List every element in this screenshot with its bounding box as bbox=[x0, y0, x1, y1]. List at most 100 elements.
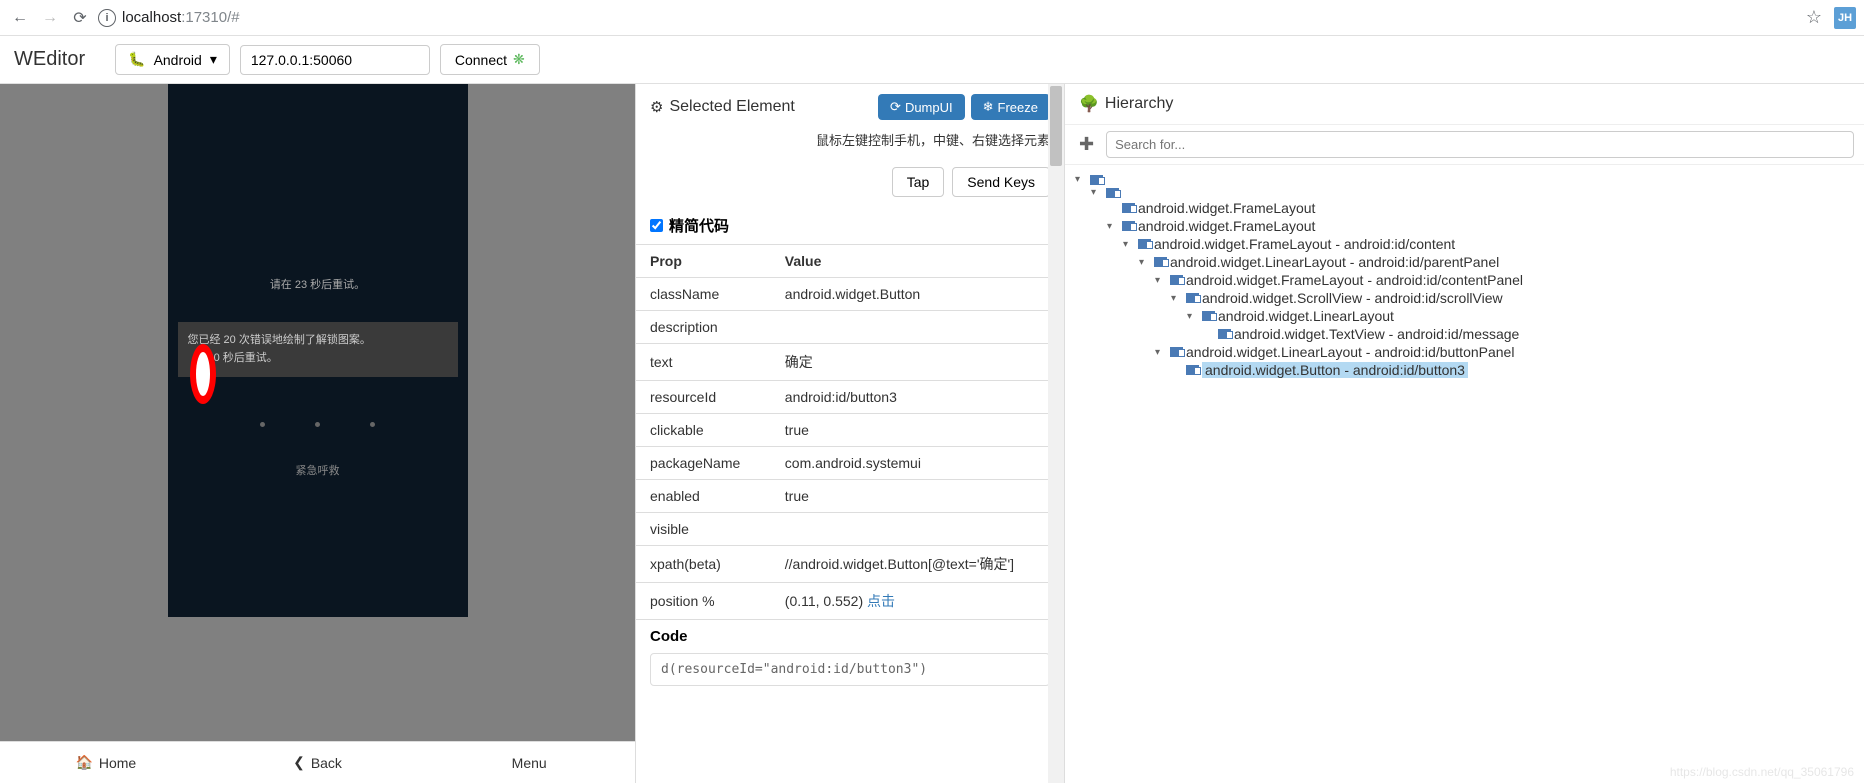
annotation-marker bbox=[190, 344, 216, 404]
info-icon[interactable]: i bbox=[98, 9, 116, 27]
tree-label[interactable]: android.widget.LinearLayout - android:id… bbox=[1170, 254, 1499, 270]
tree-node[interactable]: android.widget.TextView - android:id/mes… bbox=[1075, 325, 1854, 343]
table-row: resourceIdandroid:id/button3 bbox=[636, 381, 1064, 414]
pattern-dots bbox=[168, 422, 468, 427]
selected-element-title: ⚙ Selected Element bbox=[650, 98, 795, 116]
code-box[interactable]: d(resourceId="android:id/button3") bbox=[650, 653, 1050, 686]
back-icon[interactable]: ← bbox=[8, 6, 32, 30]
table-row: clickabletrue bbox=[636, 414, 1064, 447]
node-icon bbox=[1090, 175, 1103, 185]
bottom-nav: 🏠Home ❮Back Menu bbox=[0, 741, 635, 783]
tree-node[interactable]: ▾ bbox=[1075, 173, 1854, 186]
tree-label[interactable]: android.widget.FrameLayout bbox=[1138, 218, 1315, 234]
node-icon bbox=[1186, 293, 1199, 303]
hierarchy-panel: 🌳 Hierarchy ✚ ▾▾ android.widget.FrameLay… bbox=[1064, 84, 1864, 783]
tree-toggle-icon[interactable]: ▾ bbox=[1091, 187, 1103, 198]
tree-toggle-icon[interactable]: ▾ bbox=[1171, 293, 1183, 304]
tree-node[interactable]: android.widget.Button - android:id/butto… bbox=[1075, 361, 1854, 379]
forward-icon[interactable]: → bbox=[38, 6, 62, 30]
position-click-link[interactable]: 点击 bbox=[867, 593, 895, 609]
mouse-hint: 鼠标左键控制手机，中键、右键选择元素 bbox=[636, 130, 1064, 157]
tree-toggle-icon[interactable]: ▾ bbox=[1123, 239, 1135, 250]
simplify-checkbox[interactable] bbox=[650, 219, 663, 232]
scrollbar[interactable] bbox=[1048, 84, 1064, 783]
tree-node[interactable]: ▾ android.widget.FrameLayout bbox=[1075, 217, 1854, 235]
table-row: classNameandroid.widget.Button bbox=[636, 278, 1064, 311]
app-toolbar: WEditor 🐛 Android ▾ Connect ❋ bbox=[0, 36, 1864, 84]
dialog-line1: 您已经 20 次错误地绘制了解锁图案。 bbox=[188, 332, 448, 350]
connect-label: Connect bbox=[455, 52, 507, 68]
node-icon bbox=[1106, 188, 1119, 198]
hierarchy-title: 🌳 Hierarchy bbox=[1065, 84, 1864, 125]
properties-panel: ⚙ Selected Element ⟳DumpUI ❄Freeze 鼠标左键控… bbox=[635, 84, 1064, 783]
tree-node[interactable]: ▾ android.widget.FrameLayout - android:i… bbox=[1075, 235, 1854, 253]
star-icon[interactable]: ☆ bbox=[1806, 7, 1822, 28]
tree-toggle-icon[interactable]: ▾ bbox=[1075, 174, 1087, 185]
host-input[interactable] bbox=[240, 45, 430, 75]
tree-node[interactable]: ▾ android.widget.LinearLayout - android:… bbox=[1075, 253, 1854, 271]
home-icon: 🏠 bbox=[75, 754, 92, 771]
node-icon bbox=[1122, 203, 1135, 213]
dialog-line2: 30 秒后重试。 bbox=[208, 350, 448, 368]
app-logo: WEditor bbox=[14, 48, 85, 71]
platform-select[interactable]: 🐛 Android ▾ bbox=[115, 44, 230, 75]
freeze-button[interactable]: ❄Freeze bbox=[971, 94, 1050, 120]
tree-node[interactable]: ▾ android.widget.FrameLayout - android:i… bbox=[1075, 271, 1854, 289]
node-icon bbox=[1170, 347, 1183, 357]
snowflake-icon: ❄ bbox=[983, 99, 994, 115]
tree-label[interactable]: android.widget.LinearLayout bbox=[1218, 308, 1394, 324]
tree-node[interactable]: android.widget.FrameLayout bbox=[1075, 199, 1854, 217]
node-icon bbox=[1202, 311, 1215, 321]
tree-node[interactable]: ▾ android.widget.LinearLayout bbox=[1075, 307, 1854, 325]
nav-back[interactable]: ❮Back bbox=[212, 742, 424, 783]
props-table: PropValue classNameandroid.widget.Button… bbox=[636, 244, 1064, 619]
nav-menu[interactable]: Menu bbox=[423, 742, 635, 783]
tree-label[interactable]: android.widget.TextView - android:id/mes… bbox=[1234, 326, 1519, 342]
url-text: localhost:17310/# bbox=[122, 9, 240, 26]
code-header: Code bbox=[636, 619, 1064, 653]
simplify-label: 精简代码 bbox=[669, 215, 729, 236]
tree-label[interactable]: android.widget.LinearLayout - android:id… bbox=[1186, 344, 1514, 360]
device-screen[interactable]: 请在 23 秒后重试。 您已经 20 次错误地绘制了解锁图案。 30 秒后重试。… bbox=[168, 84, 468, 617]
table-row: description bbox=[636, 311, 1064, 344]
tree-label[interactable]: android.widget.ScrollView - android:id/s… bbox=[1202, 290, 1503, 306]
hierarchy-search-input[interactable] bbox=[1106, 131, 1854, 158]
leaf-icon: ❋ bbox=[513, 51, 525, 68]
table-row: position %(0.11, 0.552) 点击 bbox=[636, 583, 1064, 620]
tree-node[interactable]: ▾ android.widget.LinearLayout - android:… bbox=[1075, 343, 1854, 361]
nav-home[interactable]: 🏠Home bbox=[0, 742, 212, 783]
tree-label[interactable]: android.widget.Button - android:id/butto… bbox=[1202, 362, 1468, 378]
tree-icon: 🌳 bbox=[1079, 94, 1099, 114]
profile-badge[interactable]: JH bbox=[1834, 7, 1856, 29]
table-row: xpath(beta)//android.widget.Button[@text… bbox=[636, 546, 1064, 583]
connect-button[interactable]: Connect ❋ bbox=[440, 44, 540, 75]
tap-button[interactable]: Tap bbox=[892, 167, 945, 197]
tree-toggle-icon[interactable]: ▾ bbox=[1139, 257, 1151, 268]
add-button[interactable]: ✚ bbox=[1075, 134, 1098, 155]
tree-toggle-icon[interactable]: ▾ bbox=[1155, 275, 1167, 286]
tree-toggle-icon[interactable]: ▾ bbox=[1107, 221, 1119, 232]
tree-node[interactable]: ▾ android.widget.ScrollView - android:id… bbox=[1075, 289, 1854, 307]
node-icon bbox=[1218, 329, 1231, 339]
tree-toggle-icon[interactable]: ▾ bbox=[1155, 347, 1167, 358]
table-row: packageNamecom.android.systemui bbox=[636, 447, 1064, 480]
tree-node[interactable]: ▾ bbox=[1075, 186, 1854, 199]
android-icon: 🐛 bbox=[128, 51, 145, 68]
reload-icon[interactable]: ⟳ bbox=[68, 6, 92, 30]
url-bar[interactable]: i localhost:17310/# bbox=[98, 9, 1800, 27]
watermark: https://blog.csdn.net/qq_35061796 bbox=[1670, 765, 1854, 779]
tree-toggle-icon[interactable]: ▾ bbox=[1187, 311, 1199, 322]
tree-label[interactable]: android.widget.FrameLayout - android:id/… bbox=[1186, 272, 1523, 288]
dump-ui-button[interactable]: ⟳DumpUI bbox=[878, 94, 965, 120]
emergency-text: 紧急呼救 bbox=[168, 462, 468, 478]
tree-label[interactable]: android.widget.FrameLayout bbox=[1138, 200, 1315, 216]
table-row: visible bbox=[636, 513, 1064, 546]
tree-label[interactable]: android.widget.FrameLayout - android:id/… bbox=[1154, 236, 1455, 252]
browser-bar: ← → ⟳ i localhost:17310/# ☆ JH bbox=[0, 0, 1864, 36]
dialog-box: 您已经 20 次错误地绘制了解锁图案。 30 秒后重试。 bbox=[178, 322, 458, 377]
node-icon bbox=[1138, 239, 1151, 249]
node-icon bbox=[1154, 257, 1167, 267]
node-icon bbox=[1170, 275, 1183, 285]
send-keys-button[interactable]: Send Keys bbox=[952, 167, 1050, 197]
hierarchy-tree: ▾▾ android.widget.FrameLayout▾ android.w… bbox=[1065, 165, 1864, 387]
